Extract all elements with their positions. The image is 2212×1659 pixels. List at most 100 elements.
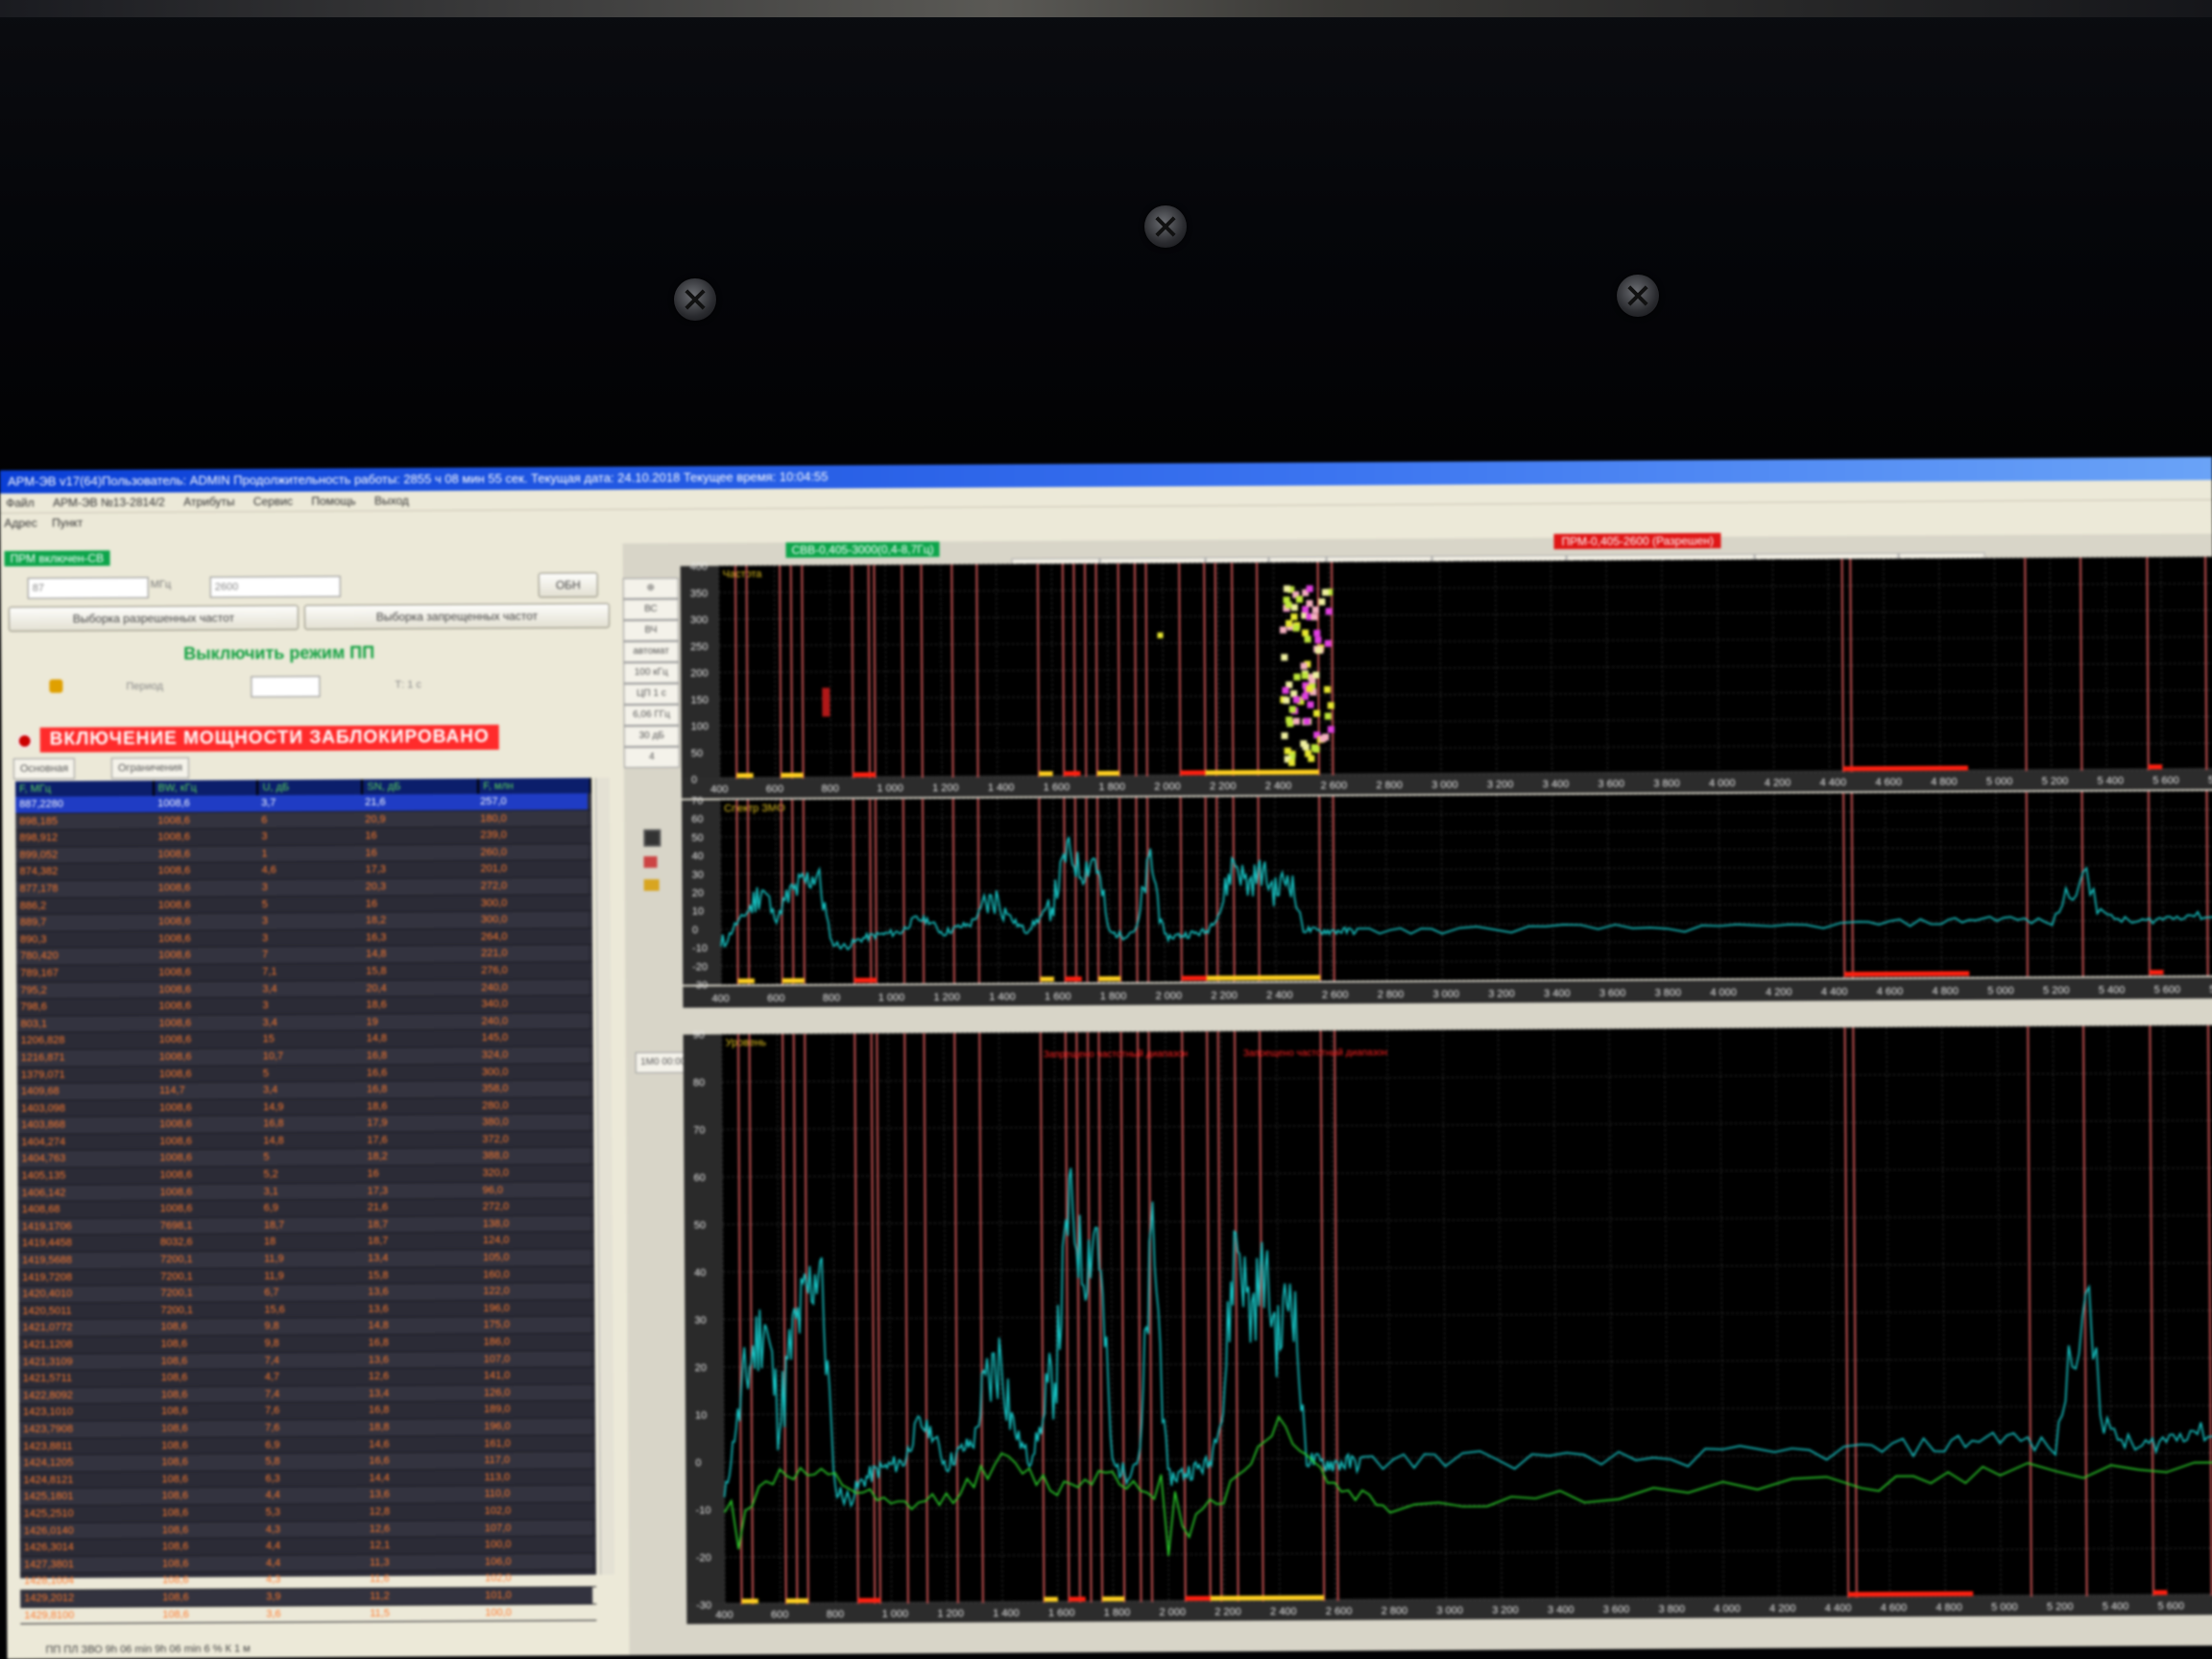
x-tick-label: 4 200 — [1766, 987, 1792, 998]
forbidden-marker: Запрещено частотный диапазон — [1044, 1048, 1188, 1060]
band-line — [1850, 793, 1854, 978]
table-cell: 4,3 — [261, 1521, 366, 1538]
forbidden-band-bar — [1180, 770, 1206, 776]
table-cell: 5 — [261, 898, 268, 910]
select-forbidden-button[interactable]: Выборка запрещенных частот — [303, 603, 611, 631]
menu-file[interactable]: Файл — [6, 496, 35, 510]
table-cell: 9,8 — [264, 1337, 279, 1350]
table-cell: 320,0 — [482, 1166, 510, 1180]
tool-address[interactable]: Адрес — [4, 517, 36, 530]
table-cell: 108,6 — [157, 1454, 262, 1471]
table-cell: 114,7 — [155, 1082, 260, 1099]
x-tick-label: 5 200 — [2047, 1601, 2074, 1613]
menu-station[interactable]: АРМ-ЭВ №13-2814/2 — [53, 495, 165, 510]
table-cell: 300,0 — [480, 897, 508, 909]
table-cell: 1403,098 — [21, 1102, 65, 1115]
table-cell: 16,3 — [365, 931, 387, 944]
mode-off-button[interactable]: Выключить режим ПП — [183, 643, 374, 664]
table-cell: 1426,3014 — [23, 1541, 74, 1553]
warning-icon — [16, 733, 33, 749]
table-cell: 239,0 — [480, 829, 507, 842]
data-point — [1325, 608, 1333, 615]
freq-from-input[interactable]: 87 — [27, 577, 149, 599]
band-line — [1203, 563, 1207, 777]
period-input[interactable] — [251, 675, 321, 698]
frequency-table: F, МГц BW, кГц U, дБ SN, дБ F, млн 887,2… — [14, 778, 597, 1624]
table-row[interactable]: 1429,8100 108,6 3,6 11,5 100,0 — [20, 1603, 597, 1624]
data-point — [1285, 601, 1292, 609]
select-allowed-button[interactable]: Выборка разрешенных частот — [8, 605, 300, 632]
x-tick-label: 5 000 — [1986, 776, 2013, 787]
menu-attributes[interactable]: Атрибуты — [183, 495, 234, 509]
col-freq[interactable]: F, МГц — [14, 781, 155, 797]
table-cell: 1421,5711 — [22, 1372, 73, 1385]
x-tick-label: 4 000 — [1710, 987, 1737, 998]
tab-restrictions[interactable]: Ограничения — [110, 757, 190, 780]
data-point — [1286, 619, 1293, 627]
col-u[interactable]: U, дБ — [258, 779, 364, 796]
table-cell: 3,4 — [258, 980, 363, 998]
data-point — [1306, 685, 1313, 692]
table-cell: 272,0 — [476, 878, 589, 895]
freq-to-input[interactable]: 2600 — [209, 575, 341, 598]
table-cell: 145,0 — [481, 1032, 509, 1045]
table-cell: 798,6 — [20, 1000, 47, 1014]
band-line — [873, 565, 877, 779]
table-cell: 1426,0140 — [19, 1522, 158, 1540]
table-cell: 1427,3801 — [19, 1555, 159, 1574]
col-fmln[interactable]: F, млн — [479, 778, 592, 794]
y-tick-label: 20 — [692, 888, 704, 900]
x-tick-label: 2 000 — [1154, 781, 1181, 792]
data-point — [1302, 629, 1310, 637]
table-cell: 12,6 — [368, 1370, 390, 1382]
band-line — [1215, 797, 1219, 982]
refresh-button[interactable]: ОБН — [538, 572, 598, 598]
table-cell: 14,8 — [364, 1317, 480, 1334]
menu-exit[interactable]: Выход — [374, 493, 409, 507]
tool-point[interactable]: Пункт — [52, 516, 83, 529]
table-cell: 4,3 — [266, 1574, 281, 1586]
table-cell: 4,4 — [261, 1487, 366, 1504]
x-tick-label: 5 400 — [2103, 1600, 2129, 1612]
x-tick-label: 3 400 — [1548, 1604, 1575, 1616]
table-cell: 1421,3109 — [18, 1353, 157, 1371]
plot-title-label: Частота — [723, 568, 763, 580]
band-line — [1842, 793, 1846, 978]
table-cell: 1419,7208 — [22, 1271, 73, 1284]
forbidden-band-bar — [1064, 771, 1081, 777]
band-line — [851, 565, 854, 779]
table-cell: 5 — [262, 1067, 270, 1079]
y-tick-label: 250 — [690, 641, 708, 653]
table-cell: 3 — [257, 912, 362, 930]
table-cell: 780,420 — [16, 948, 156, 965]
x-tick-label: 5 200 — [2042, 776, 2069, 787]
forbidden-band-bar — [1181, 975, 1207, 981]
table-cell: 10,7 — [258, 1047, 363, 1065]
forbidden-band-bar — [853, 772, 876, 778]
band-line — [2080, 791, 2084, 976]
band-line — [1316, 562, 1320, 776]
band-line — [2025, 792, 2029, 977]
table-cell: 96,0 — [478, 1181, 590, 1199]
table-cell: 20,3 — [361, 878, 477, 896]
table-cell: 16,6 — [365, 1453, 481, 1470]
menu-help[interactable]: Помощь — [311, 494, 355, 508]
data-point — [1292, 624, 1300, 632]
menu-service[interactable]: Сервис — [253, 494, 293, 508]
col-bw[interactable]: BW, кГц — [154, 780, 259, 797]
col-sn[interactable]: SN, дБ — [363, 778, 480, 795]
x-tick-label: 2 600 — [1321, 780, 1348, 791]
tab-main[interactable]: Основная — [12, 757, 76, 780]
table-cell: 189,0 — [483, 1404, 511, 1416]
gear-icon[interactable] — [49, 679, 63, 693]
table-cell: 113,0 — [484, 1471, 511, 1483]
band-line — [1179, 797, 1183, 982]
band-line — [1256, 562, 1260, 777]
table-cell: 126,0 — [479, 1384, 591, 1402]
table-scrollbar[interactable] — [594, 778, 615, 1575]
x-tick-label: 4 000 — [1709, 778, 1736, 789]
allowed-band-bar — [1102, 1596, 1125, 1602]
table-cell: 7698,1 — [156, 1217, 260, 1235]
forbidden-band-bar — [1065, 976, 1082, 982]
data-point — [1280, 626, 1287, 634]
